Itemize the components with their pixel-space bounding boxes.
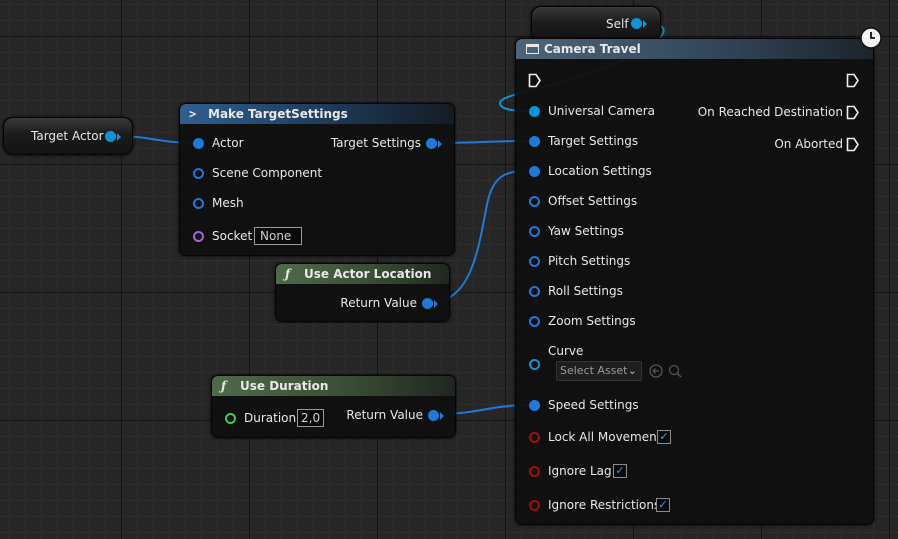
duration-pin[interactable] — [225, 413, 236, 424]
self-output-pin[interactable] — [631, 18, 642, 29]
duration-label: Duration — [244, 411, 297, 425]
location-settings-pin[interactable] — [529, 166, 540, 177]
make-struct-icon: > — [189, 107, 197, 121]
target-actor-label: Target Actor — [31, 129, 104, 143]
use-duration-return-pin[interactable] — [428, 410, 439, 421]
use-duration-header[interactable]: ƒ Use Duration — [212, 376, 455, 396]
ignore-restrictions-label: Ignore Restrictions — [548, 498, 661, 512]
zoom-settings-pin[interactable] — [529, 316, 540, 327]
use-actor-location-title: Use Actor Location — [304, 267, 432, 281]
browse-asset-search-icon[interactable] — [668, 364, 682, 378]
curve-pin[interactable] — [529, 359, 540, 370]
offset-settings-pin[interactable] — [529, 196, 540, 207]
lock-all-movement-pin[interactable] — [529, 432, 540, 443]
speed-settings-pin[interactable] — [529, 400, 540, 411]
socket-pin[interactable] — [193, 231, 204, 242]
yaw-settings-pin[interactable] — [529, 226, 540, 237]
target-settings-output-pin[interactable] — [426, 138, 437, 149]
lock-all-movement-label: Lock All Movement — [548, 430, 662, 444]
target-settings-input-pin[interactable] — [529, 136, 540, 147]
speed-settings-label: Speed Settings — [548, 398, 639, 412]
camera-travel-title: Camera Travel — [544, 42, 641, 56]
use-actor-location-return-arrow — [434, 300, 438, 308]
ignore-restrictions-pin[interactable] — [529, 500, 540, 511]
clock-icon — [860, 27, 882, 49]
curve-label: Curve — [548, 344, 584, 358]
exec-out-pin[interactable] — [846, 73, 859, 88]
pitch-settings-pin[interactable] — [529, 256, 540, 267]
use-duration-node[interactable]: ƒ Use Duration Duration 2,0 Return Value — [211, 375, 456, 438]
mesh-pin[interactable] — [193, 198, 204, 209]
target-settings-input-label: Target Settings — [548, 134, 639, 148]
zoom-settings-label: Zoom Settings — [548, 314, 636, 328]
chevron-down-icon: ⌄ — [627, 364, 637, 377]
universal-camera-label: Universal Camera — [548, 104, 655, 118]
make-target-settings-title: Make TargetSettings — [208, 107, 348, 121]
socket-label: Socket — [212, 229, 253, 243]
use-selected-asset-icon[interactable] — [649, 364, 663, 378]
actor-pin[interactable] — [193, 138, 204, 149]
target-actor-pin-arrow — [117, 133, 121, 141]
offset-settings-label: Offset Settings — [548, 194, 638, 208]
curve-asset-select-label: Select Asset — [560, 364, 628, 377]
actor-label: Actor — [212, 136, 244, 150]
socket-input[interactable]: None — [254, 227, 302, 245]
use-duration-return-label: Return Value — [346, 408, 423, 422]
ignore-lag-label: Ignore Lag — [548, 464, 612, 478]
camera-travel-header[interactable]: Camera Travel — [516, 39, 873, 59]
function-icon: ƒ — [221, 379, 227, 393]
on-reached-destination-label: On Reached Destination — [697, 105, 843, 119]
on-reached-destination-pin[interactable] — [846, 105, 859, 120]
roll-settings-label: Roll Settings — [548, 284, 623, 298]
self-node[interactable]: Self — [531, 6, 661, 42]
exec-in-pin[interactable] — [528, 73, 541, 88]
scene-component-pin[interactable] — [193, 168, 204, 179]
duration-input[interactable]: 2,0 — [297, 409, 324, 427]
on-aborted-label: On Aborted — [774, 137, 843, 151]
pitch-settings-label: Pitch Settings — [548, 254, 631, 268]
curve-asset-select[interactable]: Select Asset ⌄ — [556, 361, 642, 381]
roll-settings-pin[interactable] — [529, 286, 540, 297]
target-actor-output-pin[interactable] — [105, 131, 116, 142]
self-label: Self — [606, 17, 629, 31]
target-settings-output-label: Target Settings — [330, 136, 421, 150]
target-settings-output-arrow — [438, 140, 442, 148]
make-target-settings-node[interactable]: > Make TargetSettings Actor Scene Compon… — [179, 103, 455, 256]
use-duration-title: Use Duration — [240, 379, 329, 393]
make-target-settings-header[interactable]: > Make TargetSettings — [180, 104, 454, 124]
use-actor-location-return-label: Return Value — [340, 296, 417, 310]
use-actor-location-header[interactable]: ƒ Use Actor Location — [276, 264, 449, 284]
ignore-restrictions-checkbox[interactable]: ✓ — [656, 498, 670, 512]
location-settings-label: Location Settings — [548, 164, 652, 178]
yaw-settings-label: Yaw Settings — [548, 224, 624, 238]
use-duration-return-arrow — [440, 412, 444, 420]
lock-all-movement-checkbox[interactable]: ✓ — [657, 430, 671, 444]
function-icon: ƒ — [285, 267, 291, 281]
on-aborted-pin[interactable] — [846, 137, 859, 152]
mesh-label: Mesh — [212, 196, 244, 210]
target-actor-node[interactable]: Target Actor — [3, 117, 133, 155]
ignore-lag-checkbox[interactable]: ✓ — [613, 464, 627, 478]
use-actor-location-return-pin[interactable] — [422, 298, 433, 309]
self-pin-arrow — [643, 20, 647, 28]
scene-component-label: Scene Component — [212, 166, 323, 180]
ignore-lag-pin[interactable] — [529, 466, 540, 477]
window-icon — [526, 44, 539, 54]
universal-camera-pin[interactable] — [529, 106, 540, 117]
camera-travel-node[interactable]: Camera Travel Universal Camera On Reache… — [515, 38, 874, 525]
use-actor-location-node[interactable]: ƒ Use Actor Location Return Value — [275, 263, 450, 322]
